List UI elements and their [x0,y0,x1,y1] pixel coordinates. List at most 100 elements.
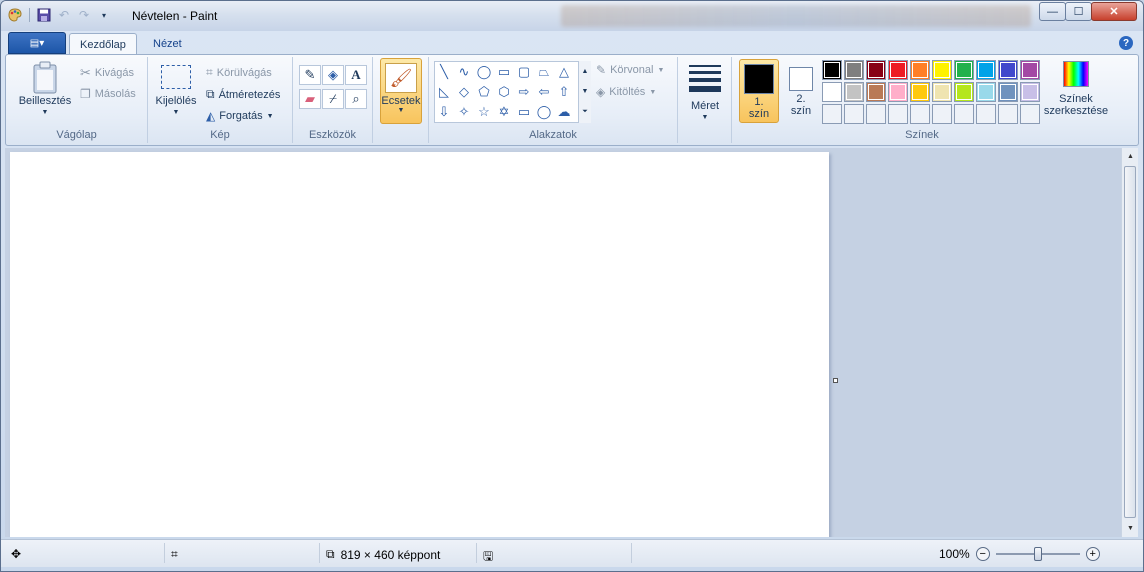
palette-color-swatch[interactable] [888,60,908,80]
redo-icon[interactable]: ↷ [76,7,92,23]
zoom-in-icon[interactable]: + [1085,547,1100,561]
palette-color-swatch[interactable] [976,82,996,102]
drawing-canvas[interactable] [10,152,829,537]
scroll-up-icon[interactable]: ▲ [1122,148,1139,165]
help-icon[interactable]: ? [1119,36,1133,50]
close-button[interactable]: ✕ [1091,2,1137,21]
rectangle-shape-icon[interactable]: ▭ [495,63,513,81]
palette-color-swatch[interactable] [844,60,864,80]
diamond-shape-icon[interactable]: ◇ [455,83,473,101]
swatch-highlight [868,84,884,100]
palette-color-swatch[interactable] [866,82,886,102]
four-point-star-shape-icon[interactable]: ✧ [455,103,473,121]
palette-empty-swatch[interactable] [910,104,930,124]
shapes-gallery-scroll[interactable]: ▲ ▼ ⏷ [578,61,591,123]
palette-color-swatch[interactable] [1020,82,1040,102]
crop-button[interactable]: ⌗ Körülvágás [206,65,272,80]
select-button[interactable]: Kijelölés ▼ [152,63,200,119]
qat-customize-icon[interactable]: ▾ [96,7,112,23]
tab-view[interactable]: Nézet [143,33,192,55]
paint-app-icon[interactable] [7,7,23,23]
curve-shape-icon[interactable]: ∿ [455,63,473,81]
scroll-down-icon[interactable]: ▼ [582,88,589,95]
palette-color-swatch[interactable] [844,82,864,102]
polygon-shape-icon[interactable]: ⏢ [535,63,553,81]
magnifier-icon[interactable]: ⌕ [345,89,367,109]
outline-button[interactable]: ✎ Körvonal ▼ [596,63,664,77]
palette-color-swatch[interactable] [910,82,930,102]
palette-empty-swatch[interactable] [844,104,864,124]
save-icon[interactable] [36,7,52,23]
pentagon-shape-icon[interactable]: ⬠ [475,83,493,101]
maximize-button[interactable]: ☐ [1065,2,1092,21]
undo-icon[interactable]: ↶ [56,7,72,23]
palette-color-swatch[interactable] [1020,60,1040,80]
palette-empty-swatch[interactable] [822,104,842,124]
resize-button[interactable]: ⧉ Átméretezés [206,87,280,102]
paste-button[interactable]: Beillesztés ▼ [14,61,76,119]
minimize-button[interactable]: — [1039,2,1066,21]
right-triangle-shape-icon[interactable]: ◺ [435,83,453,101]
palette-color-swatch[interactable] [822,82,842,102]
eraser-icon[interactable]: ▰ [299,89,321,109]
palette-empty-swatch[interactable] [866,104,886,124]
fill-bucket-icon[interactable]: ◈ [322,65,344,85]
oval-shape-icon[interactable]: ◯ [475,63,493,81]
up-arrow-shape-icon[interactable]: ⇧ [555,83,573,101]
fill-button[interactable]: ◈ Kitöltés ▼ [596,85,656,99]
tab-home[interactable]: Kezdőlap [69,33,137,55]
copy-button[interactable]: ❐ Másolás [80,87,136,101]
size-button[interactable]: Méret ▼ [682,63,728,124]
edit-colors-button[interactable]: Színek szerkesztése [1042,61,1110,117]
palette-color-swatch[interactable] [998,60,1018,80]
zoom-slider-knob[interactable] [1033,547,1042,561]
scroll-down-icon[interactable]: ▼ [1122,520,1139,537]
palette-color-swatch[interactable] [822,60,842,80]
palette-empty-swatch[interactable] [888,104,908,124]
pencil-icon[interactable]: ✎ [299,65,321,85]
palette-color-swatch[interactable] [888,82,908,102]
rounded-callout-shape-icon[interactable]: ▭ [515,103,533,121]
palette-empty-swatch[interactable] [932,104,952,124]
color-picker-icon[interactable]: ⌿ [322,89,344,109]
scroll-up-icon[interactable]: ▲ [582,68,589,75]
file-menu-button[interactable]: ▤▾ [8,32,66,54]
palette-empty-swatch[interactable] [998,104,1018,124]
canvas-resize-handle[interactable] [833,378,838,383]
palette-color-swatch[interactable] [954,82,974,102]
rounded-rectangle-shape-icon[interactable]: ▢ [515,63,533,81]
zoom-out-icon[interactable]: − [975,547,990,561]
hexagon-shape-icon[interactable]: ⬡ [495,83,513,101]
palette-color-swatch[interactable] [866,60,886,80]
palette-empty-swatch[interactable] [954,104,974,124]
palette-color-swatch[interactable] [932,60,952,80]
text-tool-icon[interactable]: A [345,65,367,85]
five-point-star-shape-icon[interactable]: ☆ [475,103,493,121]
color2-selector[interactable]: 2. szín [781,59,821,123]
vertical-scrollbar[interactable]: ▲ ▼ [1121,148,1138,537]
palette-color-swatch[interactable] [932,82,952,102]
palette-color-swatch[interactable] [910,60,930,80]
palette-color-swatch[interactable] [954,60,974,80]
brush-icon: 🖌 [385,63,417,93]
cut-button[interactable]: ✂ Kivágás [80,65,134,81]
palette-empty-swatch[interactable] [1020,104,1040,124]
color1-selector[interactable]: 1. szín [739,59,779,123]
rotate-button[interactable]: ◭ Forgatás ▼ [206,109,274,123]
palette-color-swatch[interactable] [976,60,996,80]
line-shape-icon[interactable]: ╲ [435,63,453,81]
swatch-highlight [846,84,862,100]
right-arrow-shape-icon[interactable]: ⇨ [515,83,533,101]
gallery-expand-icon[interactable]: ⏷ [582,108,588,116]
brushes-button[interactable]: 🖌 Ecsetek ▼ [380,58,422,124]
six-point-star-shape-icon[interactable]: ✡ [495,103,513,121]
scroll-thumb[interactable] [1124,166,1136,518]
palette-color-swatch[interactable] [998,82,1018,102]
cloud-callout-shape-icon[interactable]: ☁ [555,103,573,121]
zoom-slider[interactable] [995,547,1080,561]
left-arrow-shape-icon[interactable]: ⇦ [535,83,553,101]
oval-callout-shape-icon[interactable]: ◯ [535,103,553,121]
triangle-shape-icon[interactable]: △ [555,63,573,81]
down-arrow-shape-icon[interactable]: ⇩ [435,103,453,121]
palette-empty-swatch[interactable] [976,104,996,124]
